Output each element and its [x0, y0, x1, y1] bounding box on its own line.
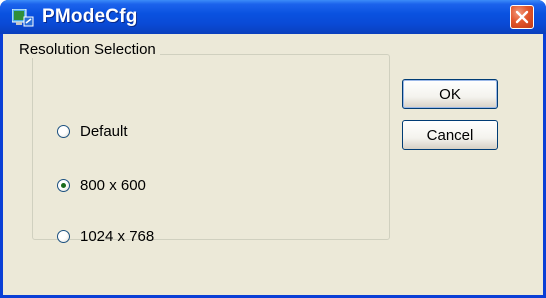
radio-button-selected[interactable] [57, 178, 70, 192]
close-button[interactable] [510, 5, 534, 29]
close-icon [515, 10, 529, 24]
groupbox-legend: Resolution Selection [15, 41, 160, 58]
radio-button[interactable] [57, 124, 70, 138]
radio-label: 800 x 600 [80, 176, 146, 194]
radio-default[interactable]: Default [57, 121, 128, 141]
radio-label: 1024 x 768 [80, 227, 155, 245]
radio-800x600[interactable]: 800 x 600 [57, 175, 146, 195]
radio-1024x768[interactable]: 1024 x 768 [57, 226, 154, 246]
window-title: PModeCfg [42, 6, 138, 27]
radio-button[interactable] [57, 229, 70, 243]
radio-label: Default [80, 122, 128, 140]
radio-dot [61, 182, 66, 188]
title-bar[interactable]: PModeCfg [0, 0, 546, 34]
ok-button[interactable]: OK [402, 79, 498, 109]
resolution-groupbox [32, 54, 390, 240]
cancel-button[interactable]: Cancel [402, 120, 498, 150]
app-icon [11, 8, 34, 27]
